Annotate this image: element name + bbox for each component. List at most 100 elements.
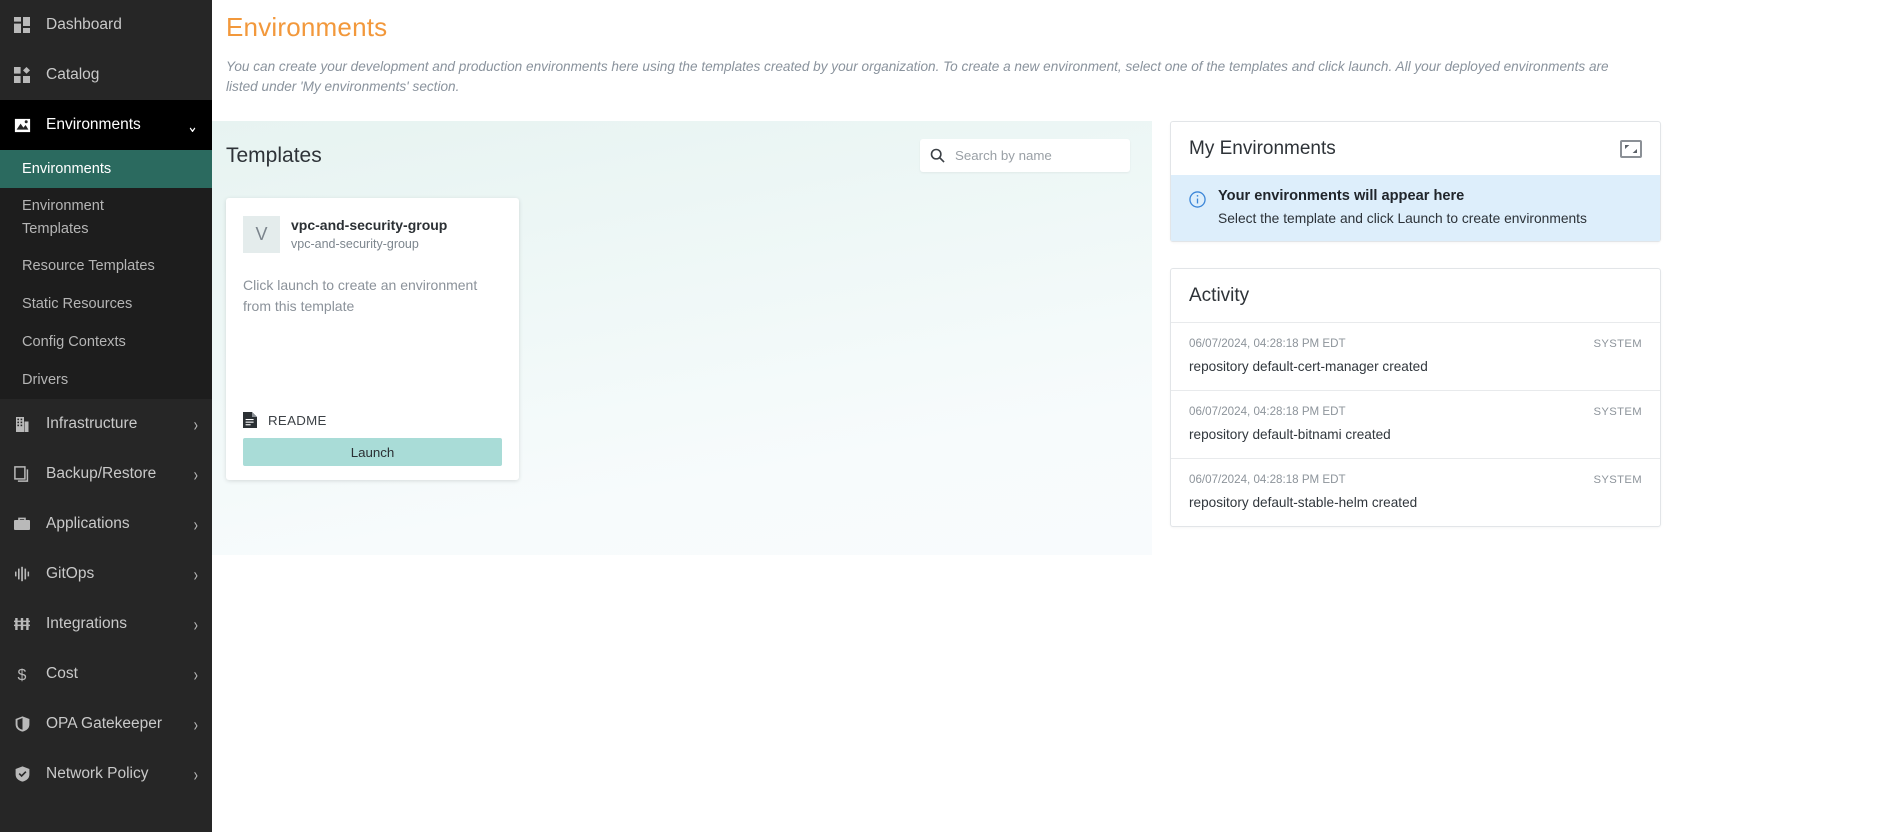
template-description: Click launch to create an environment fr… — [243, 277, 478, 314]
sidebar-item-catalog[interactable]: Catalog — [0, 50, 212, 100]
template-name: vpc-and-security-group — [291, 217, 448, 234]
shield-icon — [10, 715, 34, 733]
activity-message: repository default-stable-helm created — [1189, 495, 1418, 511]
svg-text:$: $ — [18, 667, 27, 683]
search-box[interactable] — [920, 139, 1132, 173]
cost-icon: $ — [10, 665, 34, 683]
sidebar-subitem-label: Environment Templates — [22, 198, 104, 237]
backup-restore-icon — [10, 465, 34, 483]
my-environments-title: My Environments — [1189, 138, 1336, 160]
sidebar-item-cost[interactable]: $ Cost › — [0, 649, 212, 699]
expand-icon[interactable] — [1620, 140, 1642, 159]
sidebar-item-label: GitOps — [46, 565, 95, 583]
search-icon — [930, 148, 945, 163]
activity-timestamp: 06/07/2024, 04:28:18 PM EDT — [1189, 405, 1346, 419]
sidebar-item-label: OPA Gatekeeper — [46, 715, 163, 733]
gitops-icon — [10, 565, 34, 583]
shield-check-icon — [10, 765, 34, 783]
environments-icon — [10, 116, 34, 134]
sidebar-subitem-label: Drivers — [22, 371, 69, 388]
chevron-right-icon[interactable]: › — [194, 565, 198, 583]
environments-submenu: Environments Environment Templates Resou… — [0, 150, 212, 400]
activity-row[interactable]: 06/07/2024, 04:28:18 PM EDT SYSTEM repos… — [1171, 322, 1660, 390]
search-input[interactable] — [955, 148, 1132, 164]
sidebar-item-backup-restore[interactable]: Backup/Restore › — [0, 449, 212, 499]
chevron-right-icon[interactable]: › — [194, 665, 198, 683]
activity-message: repository default-cert-manager created — [1189, 359, 1428, 375]
sidebar-subitem-drivers[interactable]: Drivers — [0, 361, 212, 399]
sidebar-item-opa-gatekeeper[interactable]: OPA Gatekeeper › — [0, 699, 212, 749]
activity-timestamp: 06/07/2024, 04:28:18 PM EDT — [1189, 473, 1346, 487]
dashboard-icon — [10, 16, 34, 34]
template-subtitle: vpc-and-security-group — [291, 237, 419, 252]
launch-button[interactable]: Launch — [243, 438, 502, 467]
my-environments-card: My Environments Your environments will a… — [1170, 121, 1661, 243]
integrations-icon — [10, 615, 34, 633]
content-area: Templates V vpc-and-sec — [212, 121, 1900, 556]
sidebar-subitem-environment-templates[interactable]: Environment Templates — [0, 188, 212, 247]
activity-row[interactable]: 06/07/2024, 04:28:18 PM EDT SYSTEM repos… — [1171, 390, 1660, 458]
chevron-right-icon[interactable]: › — [194, 465, 198, 483]
sidebar-item-dashboard[interactable]: Dashboard — [0, 0, 212, 50]
sidebar-item-integrations[interactable]: Integrations › — [0, 599, 212, 649]
sidebar-item-label: Backup/Restore — [46, 465, 157, 483]
sidebar-item-environments[interactable]: Environments ⌄ — [0, 100, 212, 150]
app-root: Dashboard Catalog Environments ⌄ Environ… — [0, 0, 1900, 832]
sidebar-item-gitops[interactable]: GitOps › — [0, 549, 212, 599]
applications-icon — [10, 515, 34, 533]
infrastructure-icon — [10, 415, 34, 433]
template-card-header: V vpc-and-security-group vpc-and-securit… — [243, 216, 502, 254]
sidebar-subitem-config-contexts[interactable]: Config Contexts — [0, 323, 212, 361]
template-card[interactable]: V vpc-and-security-group vpc-and-securit… — [226, 198, 519, 481]
sidebar: Dashboard Catalog Environments ⌄ Environ… — [0, 0, 212, 832]
empty-state-banner: Your environments will appear here Selec… — [1171, 175, 1660, 242]
main-content: Environments You can create your develop… — [212, 0, 1900, 832]
sidebar-subitem-label: Environments — [22, 160, 112, 177]
activity-header: Activity — [1171, 269, 1660, 322]
right-rail: My Environments Your environments will a… — [1152, 121, 1682, 553]
chevron-right-icon[interactable]: › — [194, 415, 198, 433]
document-icon — [243, 412, 257, 429]
templates-panel: Templates V vpc-and-sec — [212, 121, 1152, 556]
chevron-down-icon[interactable]: ⌄ — [187, 116, 198, 134]
page-description: You can create your development and prod… — [226, 59, 1609, 95]
sidebar-item-label: Cost — [46, 665, 78, 683]
activity-meta: 06/07/2024, 04:28:18 PM EDT SYSTEM — [1189, 473, 1642, 486]
activity-message: repository default-bitnami created — [1189, 427, 1391, 443]
sidebar-subitem-label: Config Contexts — [22, 333, 126, 350]
template-readme-label: README — [268, 412, 327, 428]
sidebar-item-label: Environments — [46, 116, 141, 133]
sidebar-item-applications[interactable]: Applications › — [0, 499, 212, 549]
info-icon — [1189, 191, 1206, 208]
chevron-right-icon[interactable]: › — [194, 615, 198, 633]
sidebar-subitem-static-resources[interactable]: Static Resources — [0, 285, 212, 323]
sidebar-subitem-resource-templates[interactable]: Resource Templates — [0, 247, 212, 285]
sidebar-subitem-environments[interactable]: Environments — [0, 150, 212, 188]
activity-meta: 06/07/2024, 04:28:18 PM EDT SYSTEM — [1189, 405, 1642, 418]
chevron-right-icon[interactable]: › — [194, 515, 198, 533]
sidebar-subitem-label: Static Resources — [22, 295, 133, 312]
sidebar-item-label: Integrations — [46, 615, 127, 633]
sidebar-item-network-policy[interactable]: Network Policy › — [0, 749, 212, 799]
empty-state-subtitle: Select the template and click Launch to … — [1218, 211, 1587, 227]
page-title: Environments — [226, 12, 388, 42]
activity-meta: 06/07/2024, 04:28:18 PM EDT SYSTEM — [1189, 337, 1642, 350]
chevron-right-icon[interactable]: › — [194, 715, 198, 733]
page-header: Environments You can create your develop… — [212, 0, 1900, 97]
sidebar-subitem-label: Resource Templates — [22, 257, 155, 274]
catalog-icon — [10, 66, 34, 84]
empty-state-title: Your environments will appear here — [1218, 188, 1465, 205]
activity-row[interactable]: 06/07/2024, 04:28:18 PM EDT SYSTEM repos… — [1171, 458, 1660, 526]
sidebar-item-infrastructure[interactable]: Infrastructure › — [0, 399, 212, 449]
chevron-right-icon[interactable]: › — [194, 765, 198, 783]
activity-source: SYSTEM — [1593, 406, 1642, 419]
sidebar-item-label: Network Policy — [46, 765, 149, 783]
templates-header: Templates — [226, 139, 1132, 173]
activity-card: Activity 06/07/2024, 04:28:18 PM EDT SYS… — [1170, 268, 1661, 528]
sidebar-item-label: Applications — [46, 515, 130, 533]
activity-source: SYSTEM — [1593, 474, 1642, 487]
templates-heading: Templates — [226, 143, 322, 167]
template-readme-link[interactable]: README — [243, 412, 502, 429]
activity-source: SYSTEM — [1593, 338, 1642, 351]
activity-title: Activity — [1189, 285, 1250, 307]
